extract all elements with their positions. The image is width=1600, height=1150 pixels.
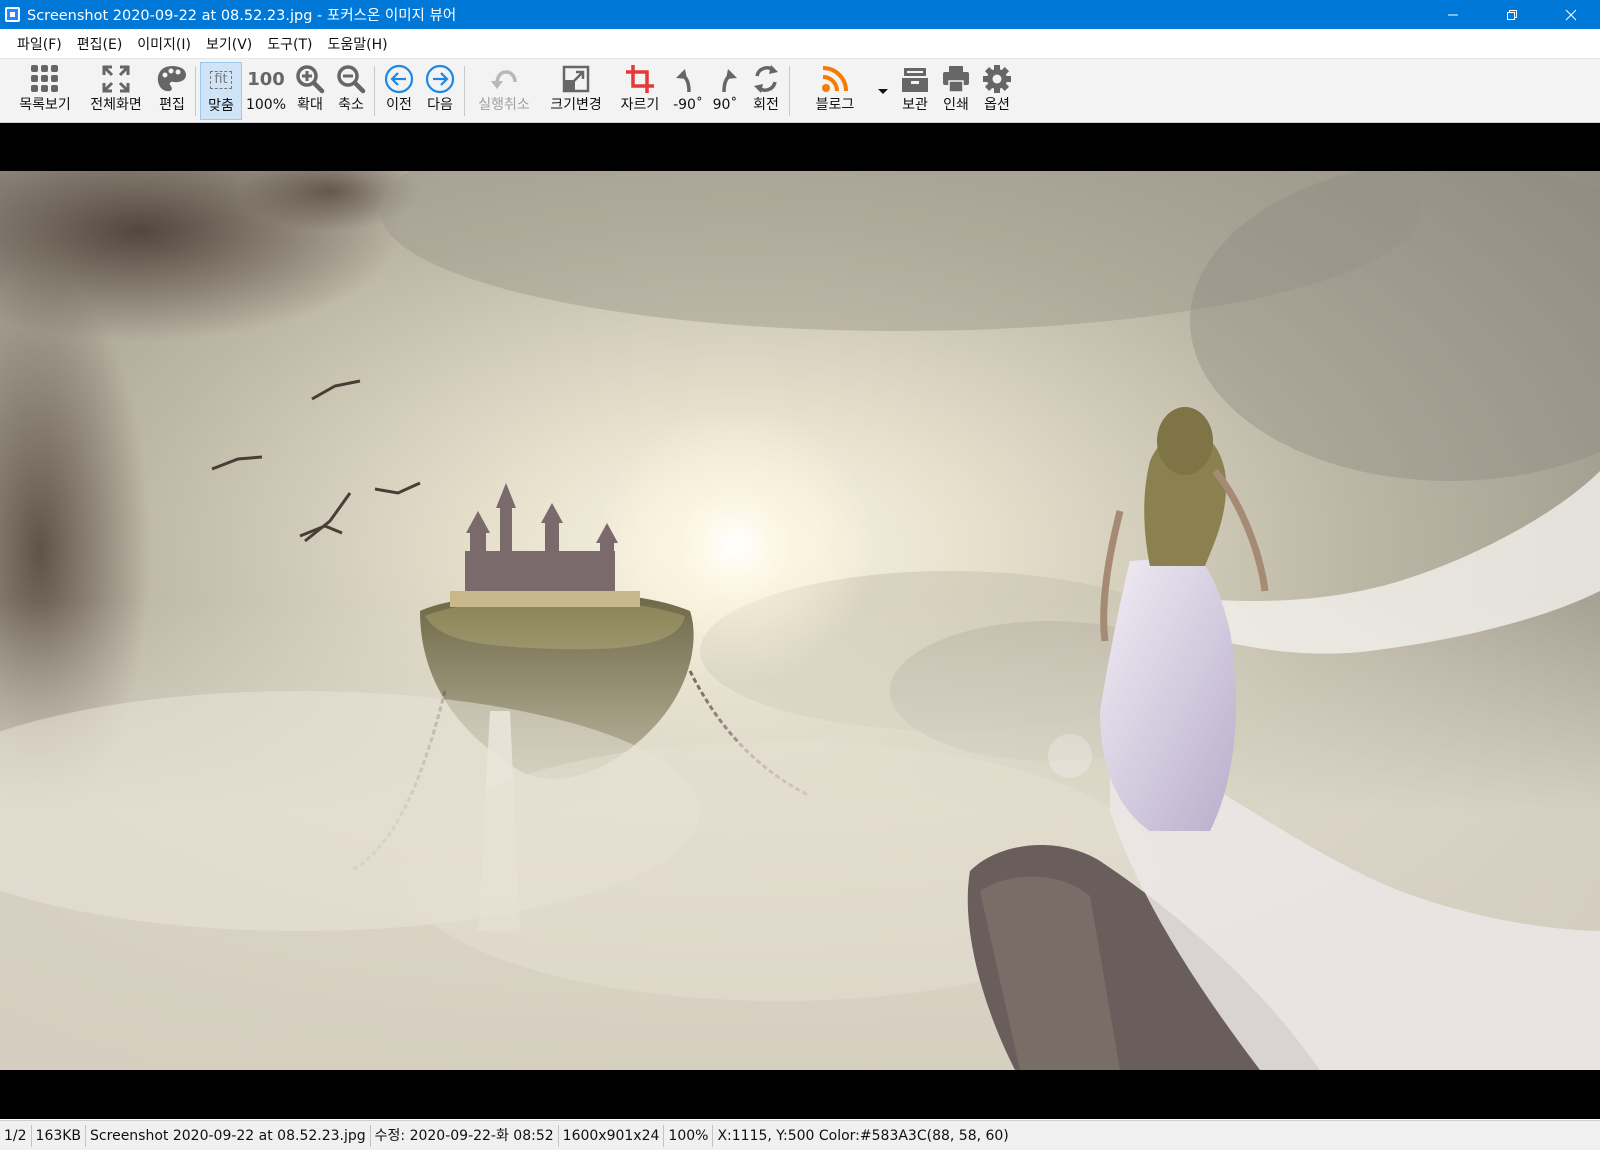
previous-button[interactable]: 이전: [379, 62, 419, 120]
rotate-left-button[interactable]: -90˚: [669, 62, 707, 120]
palette-icon: [157, 66, 186, 92]
close-icon: [1565, 9, 1576, 20]
undo-button[interactable]: 실행취소: [470, 62, 538, 120]
minimize-button[interactable]: [1423, 0, 1482, 29]
print-button[interactable]: 인쇄: [936, 62, 976, 120]
next-label: 다음: [427, 97, 453, 113]
toolbar: 목록보기 전체화면 편집 fit 맞춤 100 100% 확대 축소 이전 다음…: [0, 59, 1600, 123]
zoom-in-button[interactable]: 확대: [290, 62, 330, 120]
window-title: Screenshot 2020-09-22 at 08.52.23.jpg - …: [27, 8, 457, 24]
rotate-right-icon: [722, 69, 737, 93]
rotate-button[interactable]: 회전: [745, 62, 787, 120]
edit-label: 편집: [159, 97, 185, 113]
undo-icon: [491, 70, 517, 89]
list-view-button[interactable]: 목록보기: [12, 62, 78, 120]
save-button[interactable]: 보관: [895, 62, 935, 120]
status-file-name: Screenshot 2020-09-22 at 08.52.23.jpg: [86, 1124, 371, 1147]
fit-button[interactable]: fit 맞춤: [200, 62, 242, 120]
minimize-icon: [1447, 14, 1458, 15]
status-file-size: 163KB: [32, 1124, 87, 1147]
close-button[interactable]: [1541, 0, 1600, 29]
image-view-area[interactable]: [0, 123, 1600, 1119]
status-pixel-info: X:1115, Y:500 Color:#583A3C(88, 58, 60): [717, 1127, 1009, 1144]
restore-button[interactable]: [1482, 0, 1541, 29]
rotate-label: 회전: [753, 97, 779, 113]
menu-view[interactable]: 보기(V): [199, 34, 259, 54]
fantasy-castle-photo: [0, 171, 1600, 1070]
actual-size-label: 100%: [245, 97, 287, 113]
crop-label: 자르기: [620, 97, 660, 113]
fullscreen-label: 전체화면: [90, 97, 142, 113]
print-label: 인쇄: [943, 97, 969, 113]
zoom-out-icon: [337, 65, 366, 94]
app-icon[interactable]: [5, 7, 20, 22]
toolbar-separator: [464, 66, 465, 116]
fullscreen-button[interactable]: 전체화면: [83, 62, 149, 120]
actual-size-icon: 100: [247, 68, 285, 90]
grid-icon: [31, 65, 58, 92]
zoom-in-icon: [296, 65, 325, 94]
status-bar: 1/2 163KB Screenshot 2020-09-22 at 08.52…: [0, 1120, 1600, 1150]
edit-button[interactable]: 편집: [152, 62, 192, 120]
toolbar-separator: [789, 66, 790, 116]
rotate-left-icon: [676, 69, 691, 93]
blog-label: 블로그: [815, 97, 855, 113]
zoom-in-label: 확대: [297, 97, 323, 113]
zoom-out-label: 축소: [338, 97, 364, 113]
options-label: 옵션: [984, 97, 1010, 113]
rotate-icon: [754, 65, 778, 93]
image-viewer-window: Screenshot 2020-09-22 at 08.52.23.jpg - …: [0, 0, 1600, 1150]
chevron-down-icon: [878, 89, 888, 94]
archive-icon: [902, 68, 928, 92]
menu-file[interactable]: 파일(F): [10, 34, 69, 54]
status-page-index: 1/2: [0, 1124, 32, 1147]
menu-bar: 파일(F) 편집(E) 이미지(I) 보기(V) 도구(T) 도움말(H): [0, 29, 1600, 59]
actual-size-button[interactable]: 100 100%: [245, 62, 287, 120]
fit-label: 맞춤: [208, 98, 234, 114]
rotate-right-label: 90˚: [712, 97, 738, 113]
next-button[interactable]: 다음: [420, 62, 460, 120]
displayed-image[interactable]: [0, 171, 1600, 1070]
list-view-label: 목록보기: [19, 97, 71, 113]
restore-icon: [1506, 9, 1517, 20]
undo-label: 실행취소: [478, 97, 530, 113]
gear-icon: [983, 65, 1011, 93]
rotate-right-button[interactable]: 90˚: [707, 62, 743, 120]
options-button[interactable]: 옵션: [977, 62, 1017, 120]
rss-icon: [822, 66, 848, 92]
menu-image[interactable]: 이미지(I): [130, 34, 198, 54]
zoom-out-button[interactable]: 축소: [331, 62, 371, 120]
fit-icon: fit: [210, 71, 232, 89]
printer-icon: [943, 66, 969, 93]
title-bar: Screenshot 2020-09-22 at 08.52.23.jpg - …: [0, 0, 1600, 29]
status-modified-date: 수정: 2020-09-22-화 08:52: [371, 1124, 559, 1147]
menu-help[interactable]: 도움말(H): [321, 34, 395, 54]
arrow-right-icon: [425, 64, 455, 94]
status-zoom: 100%: [664, 1124, 714, 1147]
resize-button[interactable]: 크기변경: [542, 62, 610, 120]
resize-icon: [562, 65, 590, 93]
crop-button[interactable]: 자르기: [613, 62, 667, 120]
blog-dropdown-button[interactable]: [876, 62, 890, 120]
rotate-left-label: -90˚: [673, 97, 703, 113]
menu-tools[interactable]: 도구(T): [260, 34, 319, 54]
save-label: 보관: [902, 97, 928, 113]
resize-label: 크기변경: [550, 97, 602, 113]
status-dimensions: 1600x901x24: [559, 1124, 665, 1147]
blog-button[interactable]: 블로그: [805, 62, 865, 120]
arrow-left-icon: [384, 64, 414, 94]
crop-icon: [626, 65, 654, 93]
fullscreen-icon: [102, 65, 130, 93]
previous-label: 이전: [386, 97, 412, 113]
toolbar-separator: [195, 66, 196, 116]
toolbar-separator: [374, 66, 375, 116]
window-controls: [1423, 0, 1600, 29]
menu-edit[interactable]: 편집(E): [70, 34, 130, 54]
